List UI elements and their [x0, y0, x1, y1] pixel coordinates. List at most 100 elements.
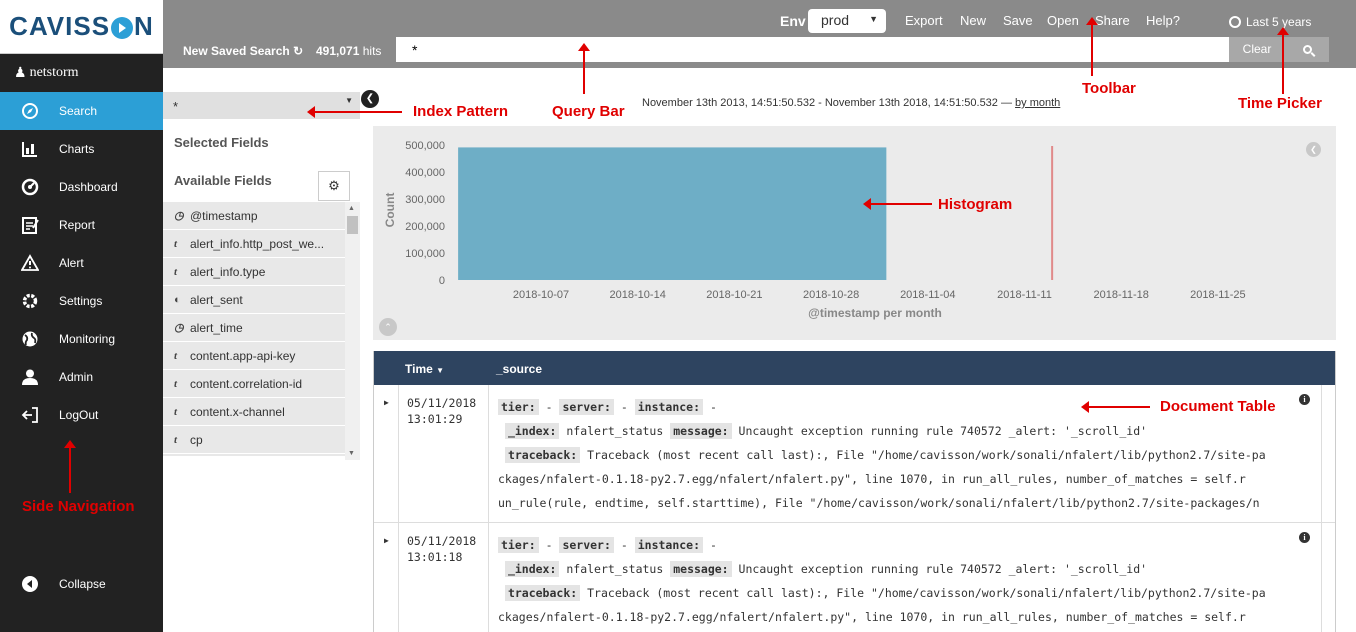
- sidebar-item-report[interactable]: Report: [0, 206, 163, 244]
- sidebar-item-settings[interactable]: Settings: [0, 282, 163, 320]
- y-tick-label: 100,000: [405, 248, 445, 260]
- sidebar-item-label: Charts: [59, 142, 95, 156]
- expand-row-icon[interactable]: ▶: [384, 536, 389, 545]
- field-item-alert-time[interactable]: ◷ alert_time: [163, 314, 345, 342]
- save-button[interactable]: Save: [1003, 13, 1033, 28]
- annotation-index-pattern: Index Pattern: [413, 103, 509, 120]
- sidebar-item-label: Settings: [59, 294, 103, 308]
- bar-chart-icon: [20, 139, 40, 159]
- time-column-header[interactable]: Time ▼: [405, 362, 444, 376]
- sidebar-item-monitoring[interactable]: Monitoring: [0, 320, 163, 358]
- field-settings-button[interactable]: ⚙: [318, 171, 350, 201]
- caret-down-icon: ▼: [345, 96, 353, 105]
- index-pattern-select[interactable]: * ▼: [163, 92, 360, 119]
- annotation-arrow: [578, 43, 590, 94]
- saved-search-title[interactable]: New Saved Search ↻: [183, 44, 303, 58]
- y-tick-label: 300,000: [405, 194, 445, 206]
- selected-fields-title: Selected Fields: [174, 135, 269, 150]
- field-item-x-channel[interactable]: t content.x-channel: [163, 398, 345, 426]
- info-icon[interactable]: i: [1299, 532, 1310, 543]
- sidebar-item-label: Search: [59, 104, 98, 118]
- export-button[interactable]: Export: [905, 13, 943, 28]
- column-divider: [398, 385, 399, 523]
- side-navigation: CAVISS N ♟ netstorm Search Charts Dashboa…: [0, 0, 163, 632]
- annotation-document-table: Document Table: [1160, 398, 1276, 415]
- time-range-label: November 13th 2013, 14:51:50.532 - Novem…: [642, 97, 1061, 109]
- toolbar: Env prod Export New Save Open Share Help…: [163, 0, 1356, 68]
- expand-row-icon[interactable]: ▶: [384, 398, 389, 407]
- available-fields-title: Available Fields: [174, 173, 272, 188]
- column-divider: [1321, 523, 1322, 632]
- env-select[interactable]: prod: [808, 9, 886, 33]
- field-item-http-post[interactable]: t alert_info.http_post_we...: [163, 230, 345, 258]
- sidebar-item-alert[interactable]: Alert: [0, 244, 163, 282]
- annotation-arrow: [1277, 27, 1289, 94]
- time-picker[interactable]: Last 5 years: [1229, 15, 1311, 29]
- logo-arrow-icon: [111, 17, 134, 40]
- info-icon[interactable]: i: [1299, 394, 1310, 405]
- y-tick-label: 400,000: [405, 167, 445, 179]
- env-select-value: prod: [821, 12, 850, 28]
- help-button[interactable]: Help?: [1146, 13, 1180, 28]
- new-button[interactable]: New: [960, 13, 986, 28]
- field-item-timestamp[interactable]: ◷ @timestamp: [163, 202, 345, 230]
- string-type-icon: t: [174, 377, 178, 390]
- source-column-header: _source: [496, 362, 543, 376]
- field-item-cp[interactable]: t cp: [163, 426, 345, 454]
- hide-chart-button[interactable]: ❮: [1306, 142, 1321, 157]
- collapse-sidebar-button[interactable]: Collapse: [0, 565, 106, 603]
- search-button[interactable]: [1285, 37, 1329, 62]
- boolean-type-icon: ◐: [174, 293, 181, 306]
- annotation-arrow: [1086, 17, 1098, 76]
- x-tick-label: 2018-11-25: [1190, 289, 1245, 301]
- x-tick-label: 2018-10-14: [610, 289, 666, 301]
- chevron-left-icon: ❮: [1310, 145, 1317, 154]
- x-tick-label: 2018-10-28: [803, 289, 859, 301]
- x-tick-label: 2018-11-04: [900, 289, 955, 301]
- clock-icon: ◷: [174, 322, 184, 334]
- collapse-fields-button[interactable]: ❮: [361, 90, 379, 108]
- sidebar-item-search[interactable]: Search: [0, 92, 163, 130]
- y-tick-label: 200,000: [405, 221, 445, 233]
- scrollbar-thumb[interactable]: [347, 216, 358, 234]
- clear-button[interactable]: Clear: [1229, 37, 1285, 62]
- env-label: Env: [780, 13, 806, 29]
- field-item-correlation-id[interactable]: t content.correlation-id: [163, 370, 345, 398]
- interval-link[interactable]: by month: [1015, 97, 1060, 109]
- column-divider: [1321, 385, 1322, 523]
- field-item-alert-sent[interactable]: ◐ alert_sent: [163, 286, 345, 314]
- scroll-down-icon[interactable]: ▼: [348, 450, 355, 457]
- sidebar-item-label: Alert: [59, 256, 84, 270]
- dashboard-icon: [20, 177, 40, 197]
- field-list-scrollbar[interactable]: ▲ ▼: [345, 202, 360, 460]
- field-item-alert-type[interactable]: t alert_info.type: [163, 258, 345, 286]
- sidebar-item-admin[interactable]: Admin: [0, 358, 163, 396]
- scroll-up-icon[interactable]: ▲: [348, 205, 355, 212]
- histogram-bar: [458, 147, 887, 280]
- sidebar-item-dashboard[interactable]: Dashboard: [0, 168, 163, 206]
- user-profile[interactable]: ♟ netstorm: [0, 54, 163, 92]
- collapse-label: Collapse: [59, 577, 106, 591]
- sidebar-item-logout[interactable]: LogOut: [0, 396, 163, 434]
- gear-icon: [20, 291, 40, 311]
- sidebar-item-charts[interactable]: Charts: [0, 130, 163, 168]
- query-input[interactable]: [396, 37, 1229, 62]
- x-tick-label: 2018-10-07: [513, 289, 569, 301]
- open-button[interactable]: Open: [1047, 13, 1079, 28]
- share-button[interactable]: Share: [1095, 13, 1130, 28]
- reset-icon: ↻: [293, 44, 304, 58]
- logout-icon: [20, 405, 40, 425]
- x-tick-label: 2018-10-21: [706, 289, 762, 301]
- column-divider: [398, 523, 399, 632]
- hits-counter: 491,071 hits: [316, 44, 382, 58]
- collapse-left-icon: [20, 574, 40, 594]
- compass-icon: [20, 101, 40, 121]
- collapse-chart-button[interactable]: ⌃: [379, 318, 397, 336]
- row-timestamp: 05/11/2018 13:01:29: [407, 396, 477, 426]
- string-type-icon: t: [174, 405, 178, 418]
- annotation-histogram: Histogram: [938, 196, 1013, 213]
- string-type-icon: t: [174, 349, 178, 362]
- field-item-app-api-key[interactable]: t content.app-api-key: [163, 342, 345, 370]
- y-axis-label: Count: [383, 193, 397, 228]
- field-list: ◷ @timestamp t alert_info.http_post_we... …: [163, 202, 345, 456]
